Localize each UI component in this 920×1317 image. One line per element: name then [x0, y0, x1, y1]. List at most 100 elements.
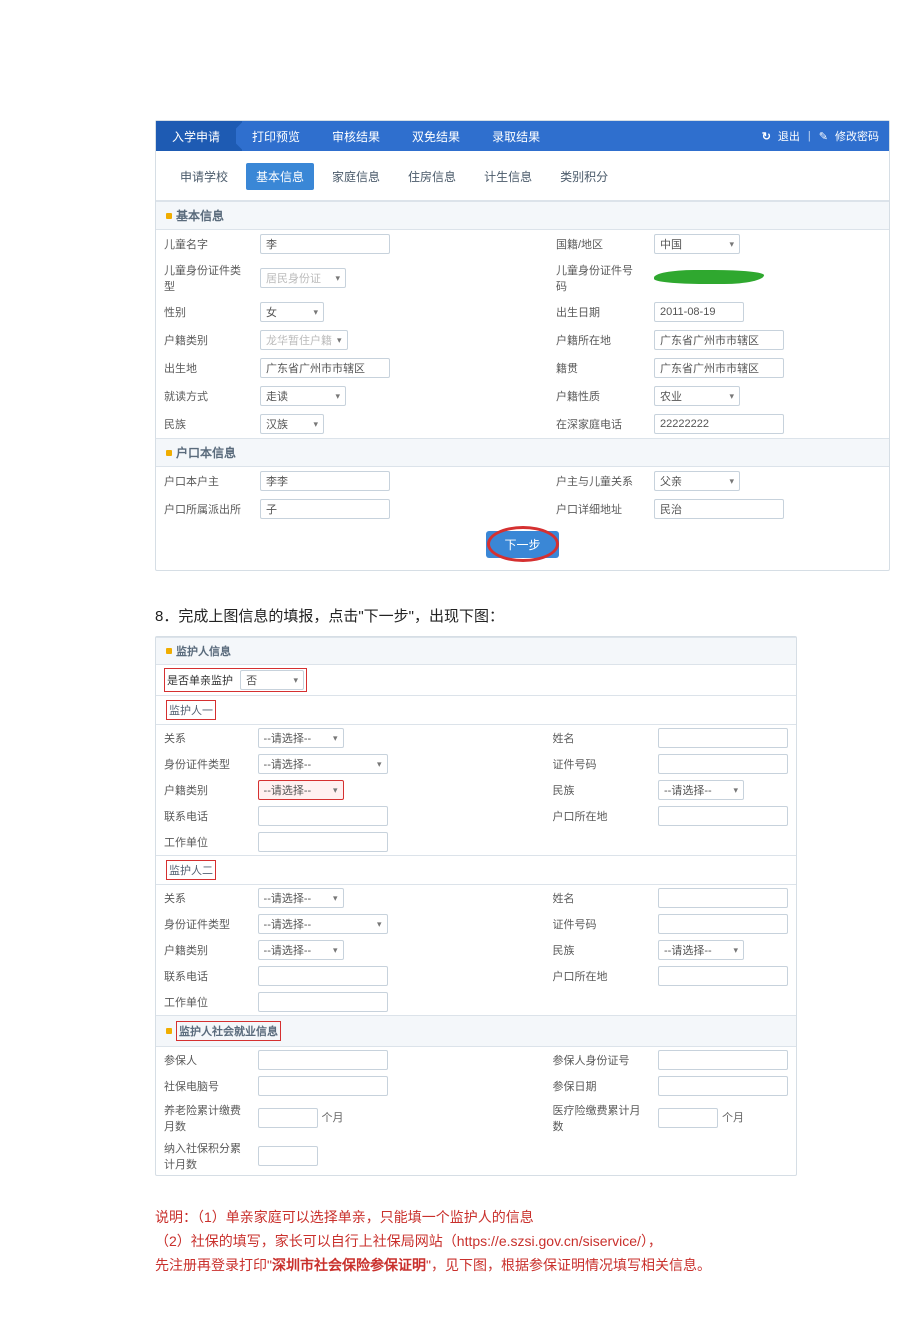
g1-work-input[interactable] [258, 832, 388, 852]
g1-relation-select[interactable]: --请选择--▾ [258, 728, 344, 748]
ethnic-label: 民族 [156, 410, 252, 438]
note-line-2b: ）， [641, 1233, 662, 1249]
g1-ethnic-label: 民族 [545, 777, 650, 803]
logout-icon [762, 130, 774, 143]
home-phone-input[interactable] [654, 414, 784, 434]
ss-insured-label: 参保人 [156, 1047, 250, 1073]
single-parent-label: 是否单亲监护 [167, 675, 233, 687]
ss-points-label: 纳入社保积分累计月数 [156, 1137, 250, 1175]
g1-hkloc-label: 户口所在地 [545, 803, 650, 829]
section-basic-info-header: 基本信息 [156, 201, 889, 230]
relation-select[interactable]: 父亲▾ [654, 471, 740, 491]
g2-idno-input[interactable] [658, 914, 788, 934]
g1-idtype-select[interactable]: --请选择--▾ [258, 754, 388, 774]
hukou-nature-select[interactable]: 农业▾ [654, 386, 740, 406]
tab-basic-info[interactable]: 基本信息 [246, 163, 314, 190]
change-password-link[interactable]: 修改密码 [835, 128, 879, 144]
tab-family-info[interactable]: 家庭信息 [322, 163, 390, 190]
study-mode-select[interactable]: 走读▾ [260, 386, 346, 406]
ss-insured-id-input[interactable] [658, 1050, 788, 1070]
single-parent-select[interactable]: 否▾ [240, 670, 304, 690]
native-label: 籍贯 [548, 354, 646, 382]
hukou-loc-label: 户籍所在地 [548, 326, 646, 354]
logout-link[interactable]: 退出 [778, 128, 800, 144]
note-line-2a: （2）社保的填写，家长可以自行上社保局网站（ [155, 1233, 457, 1249]
birth-place-input[interactable] [260, 358, 390, 378]
nationality-select[interactable]: 中国▾ [654, 234, 740, 254]
ss-insured-input[interactable] [258, 1050, 388, 1070]
g2-hkloc-input[interactable] [658, 966, 788, 986]
g2-relation-label: 关系 [156, 885, 250, 911]
nav-item-review-result[interactable]: 审核结果 [316, 121, 396, 151]
nav-item-apply[interactable]: 入学申请 [156, 121, 236, 151]
g2-idtype-select[interactable]: --请选择--▾ [258, 914, 388, 934]
dob-label: 出生日期 [548, 298, 646, 326]
guardian1-form: 关系 --请选择--▾ 姓名 身份证件类型 --请选择--▾ 证件号码 户籍类别… [156, 725, 796, 855]
g2-relation-select[interactable]: --请选择--▾ [258, 888, 344, 908]
note-line-3b: "，见下图，根据参保证明情况填写相关信息。 [426, 1257, 711, 1273]
ss-points-input[interactable] [258, 1146, 318, 1166]
idno-redacted [654, 270, 764, 284]
station-input[interactable] [260, 499, 390, 519]
g1-idtype-label: 身份证件类型 [156, 751, 250, 777]
gender-select[interactable]: 女▾ [260, 302, 324, 322]
g2-hukou-select[interactable]: --请选择--▾ [258, 940, 344, 960]
tab-birth-info[interactable]: 计生信息 [474, 163, 542, 190]
idtype-select[interactable]: 居民身份证▾ [260, 268, 346, 288]
child-name-input[interactable] [260, 234, 390, 254]
ss-pension-label: 养老险累计缴费月数 [156, 1099, 250, 1137]
g1-hukou-label: 户籍类别 [156, 777, 250, 803]
g2-work-label: 工作单位 [156, 989, 250, 1015]
top-navbar: 入学申请 打印预览 审核结果 双免结果 录取结果 退出 | 修改密码 [156, 121, 889, 151]
hukou-type-label: 户籍类别 [156, 326, 252, 354]
g2-ethnic-select[interactable]: --请选择--▾ [658, 940, 744, 960]
g1-phone-input[interactable] [258, 806, 388, 826]
ss-comp-input[interactable] [258, 1076, 388, 1096]
ss-med-label: 医疗险缴费累计月数 [545, 1099, 650, 1137]
tabs-bar: 申请学校 基本信息 家庭信息 住房信息 计生信息 类别积分 [156, 151, 889, 200]
native-input[interactable] [654, 358, 784, 378]
birth-place-label: 出生地 [156, 354, 252, 382]
guardian2-form: 关系 --请选择--▾ 姓名 身份证件类型 --请选择--▾ 证件号码 户籍类别… [156, 885, 796, 1015]
navbar-right: 退出 | 修改密码 [752, 121, 889, 151]
ss-med-input[interactable] [658, 1108, 718, 1128]
nav-separator: | [808, 130, 811, 142]
annotation-circle [487, 526, 559, 562]
single-parent-row: 是否单亲监护 否▾ [156, 665, 796, 695]
g1-name-input[interactable] [658, 728, 788, 748]
hukou-type-select[interactable]: 龙华暂住户籍▾ [260, 330, 348, 350]
tab-housing-info[interactable]: 住房信息 [398, 163, 466, 190]
g1-relation-label: 关系 [156, 725, 250, 751]
ss-date-input[interactable] [658, 1076, 788, 1096]
head-input[interactable] [260, 471, 390, 491]
nav-item-admission-result[interactable]: 录取结果 [476, 121, 556, 151]
section-hukou-header: 户口本信息 [156, 438, 889, 467]
g2-phone-input[interactable] [258, 966, 388, 986]
hukou-loc-input[interactable] [654, 330, 784, 350]
hukou-nature-label: 户籍性质 [548, 382, 646, 410]
g1-hukou-select[interactable]: --请选择--▾ [258, 780, 344, 800]
addr-input[interactable] [654, 499, 784, 519]
step-8-text: 8．完成上图信息的填报，点击"下一步"，出现下图： [155, 605, 888, 626]
ss-comp-label: 社保电脑号 [156, 1073, 250, 1099]
ethnic-select[interactable]: 汉族▾ [260, 414, 324, 434]
tab-apply-school[interactable]: 申请学校 [170, 163, 238, 190]
nav-item-exempt-result[interactable]: 双免结果 [396, 121, 476, 151]
g1-hkloc-input[interactable] [658, 806, 788, 826]
dob-input[interactable] [654, 302, 744, 322]
ss-pension-input[interactable] [258, 1108, 318, 1128]
g1-phone-label: 联系电话 [156, 803, 250, 829]
tab-category-score[interactable]: 类别积分 [550, 163, 618, 190]
g2-hukou-label: 户籍类别 [156, 937, 250, 963]
g2-work-input[interactable] [258, 992, 388, 1012]
note-line-1: 说明：（1）单亲家庭可以选择单亲，只能填一个监护人的信息 [155, 1209, 534, 1225]
guardian2-header: 监护人二 [156, 855, 796, 885]
g1-ethnic-select[interactable]: --请选择--▾ [658, 780, 744, 800]
g1-idno-input[interactable] [658, 754, 788, 774]
g2-name-input[interactable] [658, 888, 788, 908]
nav-item-print-preview[interactable]: 打印预览 [236, 121, 316, 151]
g1-idno-label: 证件号码 [545, 751, 650, 777]
next-button-row: 下一步 [156, 523, 889, 570]
ss-form: 参保人 参保人身份证号 社保电脑号 参保日期 养老险累计缴费月数 个月 医疗险缴… [156, 1047, 796, 1175]
g2-hkloc-label: 户口所在地 [545, 963, 650, 989]
